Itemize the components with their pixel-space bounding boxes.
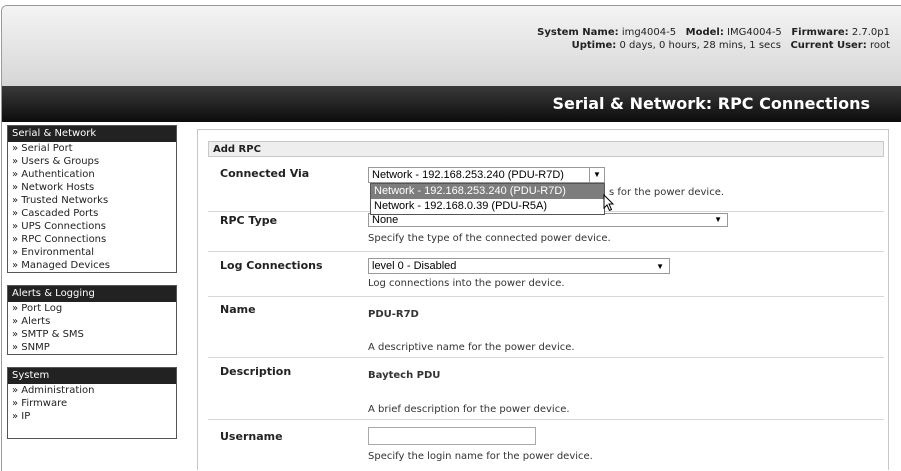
current-user: root	[869, 40, 890, 51]
username-input[interactable]	[368, 427, 536, 445]
sidebar-section-alerts-logging: Alerts & Logging » Port Log » Alerts » S…	[7, 285, 177, 355]
sidebar-section-title: Serial & Network	[8, 126, 176, 142]
connected-via-help: s for the power device.	[609, 187, 725, 198]
rpc-type-selected: None	[372, 214, 399, 226]
system-name: img4004-5	[621, 27, 677, 38]
sidebar-item-users-groups[interactable]: » Users & Groups	[8, 155, 176, 168]
rpc-type-help: Specify the type of the connected power …	[368, 233, 611, 244]
log-connections-help: Log connections into the power device.	[368, 278, 565, 289]
sidebar-item-smtp-sms[interactable]: » SMTP & SMS	[8, 328, 176, 341]
mouse-cursor-icon	[603, 194, 615, 212]
header-bar: System Name: img4004-5 Model: IMG4004-5 …	[2, 6, 901, 86]
firmware-label: Firmware:	[791, 27, 849, 38]
rpc-type-label: RPC Type	[220, 214, 278, 227]
description-help: A brief description for the power device…	[368, 404, 570, 415]
chevron-down-icon: ▼	[656, 262, 664, 271]
sidebar-item-alerts[interactable]: » Alerts	[8, 315, 176, 328]
sidebar-item-authentication[interactable]: » Authentication	[8, 168, 176, 181]
title-bar: Serial & Network: RPC Connections	[2, 86, 901, 122]
page-title: Serial & Network: RPC Connections	[552, 94, 870, 113]
sidebar: Serial & Network » Serial Port » Users &…	[7, 125, 177, 451]
sidebar-item-trusted-networks[interactable]: » Trusted Networks	[8, 194, 176, 207]
system-info: System Name: img4004-5 Model: IMG4004-5 …	[537, 26, 890, 52]
sidebar-item-firmware[interactable]: » Firmware	[8, 397, 176, 410]
chevron-down-icon: ▼	[714, 215, 722, 224]
sidebar-item-environmental[interactable]: » Environmental	[8, 246, 176, 259]
row-username: Username Specify the login name for the …	[208, 419, 884, 469]
dropdown-option[interactable]: Network - 192.168.0.39 (PDU-R5A)	[371, 199, 604, 214]
sidebar-item-port-log[interactable]: » Port Log	[8, 302, 176, 315]
name-value: PDU-R7D	[368, 309, 419, 320]
uptime: 0 days, 0 hours, 28 mins, 1 secs	[619, 40, 781, 51]
firmware: 2.7.0p1	[851, 27, 890, 38]
rpc-type-select[interactable]: None ▼	[368, 213, 728, 227]
sidebar-item-ups-connections[interactable]: » UPS Connections	[8, 220, 176, 233]
sidebar-item-snmp[interactable]: » SNMP	[8, 341, 176, 354]
name-label: Name	[220, 303, 256, 316]
connected-via-label: Connected Via	[220, 167, 310, 180]
username-help: Specify the login name for the power dev…	[368, 451, 593, 462]
section-title: Add RPC	[208, 141, 884, 157]
system-name-label: System Name:	[537, 27, 619, 38]
uptime-label: Uptime:	[571, 40, 617, 51]
row-name: Name PDU-R7D A descriptive name for the …	[208, 296, 884, 358]
connected-via-dropdown: Network - 192.168.253.240 (PDU-R7D) Netw…	[370, 183, 605, 215]
name-help: A descriptive name for the power device.	[368, 342, 575, 353]
description-value: Baytech PDU	[368, 370, 441, 381]
model-label: Model:	[685, 27, 724, 38]
log-connections-selected: level 0 - Disabled	[372, 260, 457, 272]
sidebar-item-cascaded-ports[interactable]: » Cascaded Ports	[8, 207, 176, 220]
description-label: Description	[220, 365, 292, 378]
connected-via-selected: Network - 192.168.253.240 (PDU-R7D)	[372, 169, 564, 181]
sidebar-section-serial-network: Serial & Network » Serial Port » Users &…	[7, 125, 177, 273]
sidebar-item-serial-port[interactable]: » Serial Port	[8, 142, 176, 155]
sidebar-item-administration[interactable]: » Administration	[8, 384, 176, 397]
username-label: Username	[220, 430, 283, 443]
row-description: Description Baytech PDU A brief descript…	[208, 357, 884, 420]
sidebar-section-system: System » Administration » Firmware » IP	[7, 367, 177, 439]
sidebar-item-ip[interactable]: » IP	[8, 410, 176, 423]
chevron-down-icon: ▼	[589, 168, 604, 182]
current-user-label: Current User:	[790, 40, 867, 51]
dropdown-option[interactable]: Network - 192.168.253.240 (PDU-R7D)	[371, 184, 604, 199]
sidebar-item-rpc-connections[interactable]: » RPC Connections	[8, 233, 176, 246]
log-connections-select[interactable]: level 0 - Disabled ▼	[368, 258, 670, 274]
sidebar-section-title: System	[8, 368, 176, 384]
model: IMG4004-5	[727, 27, 782, 38]
connected-via-select[interactable]: Network - 192.168.253.240 (PDU-R7D) ▼	[368, 167, 605, 183]
log-connections-label: Log Connections	[220, 259, 323, 272]
sidebar-section-title: Alerts & Logging	[8, 286, 176, 302]
sidebar-item-network-hosts[interactable]: » Network Hosts	[8, 181, 176, 194]
sidebar-item-managed-devices[interactable]: » Managed Devices	[8, 259, 176, 272]
